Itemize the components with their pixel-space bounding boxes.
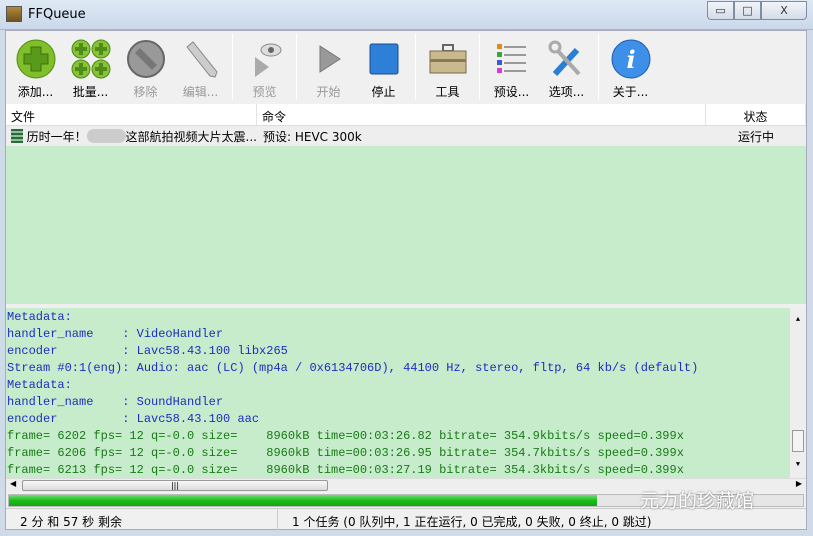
app-icon — [6, 6, 22, 22]
toolbar-button-presets[interactable]: 预设... — [484, 31, 539, 103]
job-file-suffix: 这部航拍视频大片太震... — [125, 129, 257, 144]
log-line: Stream #0:1(eng): Audio: aac (LC) (mp4a … — [7, 361, 699, 375]
log-line: frame= 6206 fps= 12 q=-0.0 size= 8960kB … — [7, 446, 684, 460]
toolbar-separator — [479, 34, 480, 100]
presets-icon — [492, 39, 532, 79]
job-file: 历时一年！ — [26, 129, 87, 144]
toolbar-button-label: 开始 — [316, 85, 341, 99]
pencil-icon — [181, 39, 221, 79]
job-command: 预设: HEVC 300k — [263, 129, 362, 144]
toolbar-button-label: 预览 — [252, 85, 277, 99]
log-line: Metadata: — [7, 310, 72, 324]
toolbar-separator — [232, 34, 233, 100]
play-icon — [309, 39, 349, 79]
column-file[interactable]: 文件 — [6, 104, 257, 125]
toolbar-button-label: 关于... — [612, 85, 649, 99]
add-icon — [16, 39, 56, 79]
job-list: 历时一年！ 这部航拍视频大片太震... 预设: HEVC 300k 运行中 — [6, 126, 806, 304]
toolbar-button-preview[interactable]: 预览 — [237, 31, 292, 103]
toolbar-button-remove[interactable]: 移除 — [118, 31, 173, 103]
progress-fill — [9, 495, 597, 506]
stop-icon — [364, 39, 404, 79]
scroll-thumb[interactable] — [792, 430, 804, 452]
log-line: frame= 6202 fps= 12 q=-0.0 size= 8960kB … — [7, 429, 684, 443]
remove-icon — [126, 39, 166, 79]
toolbox-icon — [428, 39, 468, 79]
close-button[interactable]: X — [761, 1, 807, 20]
column-status[interactable]: 状态 — [706, 104, 806, 125]
table-row[interactable]: 历时一年！ 这部航拍视频大片太震... 预设: HEVC 300k 运行中 — [6, 126, 806, 146]
batch-add-icon — [71, 39, 111, 79]
svg-text:i: i — [626, 45, 635, 74]
log-line: frame= 6213 fps= 12 q=-0.0 size= 8960kB … — [7, 463, 684, 477]
toolbar-button-tools[interactable]: 选项... — [539, 31, 594, 103]
toolbar-button-batch-add[interactable]: 批量... — [63, 31, 118, 103]
log-line: Metadata: — [7, 378, 72, 392]
log-line: handler_name : SoundHandler — [7, 395, 224, 409]
toolbar-button-label: 移除 — [133, 85, 158, 99]
toolbar-button-label: 预设... — [493, 85, 530, 99]
toolbar-button-toolbox[interactable]: 工具 — [420, 31, 475, 103]
toolbar-button-label: 添加... — [17, 85, 54, 99]
info-icon: i — [611, 39, 651, 79]
tools-icon — [547, 39, 587, 79]
toolbar-separator — [415, 34, 416, 100]
minimize-button[interactable]: ▭ — [707, 1, 734, 20]
title-bar: FFQueue ▭ □ X — [0, 0, 813, 30]
main-window: 添加... 批量... 移除 编辑... 预览 开始 停止 工具 预设... 选项... i 关于..… — [5, 30, 807, 530]
scroll-thumb[interactable]: ||| — [22, 480, 328, 491]
time-remaining: 2 分 和 57 秒 剩余 — [6, 509, 278, 530]
toolbar-separator — [598, 34, 599, 100]
log-line: encoder : Lavc58.43.100 libx265 — [7, 344, 288, 358]
window-title: FFQueue — [28, 7, 86, 22]
maximize-button[interactable]: □ — [734, 1, 761, 20]
preview-icon — [245, 39, 285, 79]
log-output[interactable]: Metadata: handler_name : VideoHandler enco… — [6, 308, 806, 478]
log-line: encoder : Lavc58.43.100 aac — [7, 412, 260, 426]
toolbar-separator — [296, 34, 297, 100]
toolbar-button-label: 选项... — [548, 85, 585, 99]
job-list-header: 文件 命令 状态 — [6, 104, 806, 126]
toolbar-button-label: 批量... — [72, 85, 109, 99]
toolbar-button-add[interactable]: 添加... — [8, 31, 63, 103]
column-command[interactable]: 命令 — [257, 104, 706, 125]
watermark: 元力的珍藏馆 — [640, 490, 755, 512]
toolbar-button-label: 工具 — [435, 85, 460, 99]
toolbar-button-label: 编辑... — [182, 85, 219, 99]
log-line: handler_name : VideoHandler — [7, 327, 224, 341]
film-icon — [11, 129, 23, 143]
toolbar: 添加... 批量... 移除 编辑... 预览 开始 停止 工具 预设... 选项... i 关于..… — [6, 31, 806, 103]
toolbar-button-label: 停止 — [371, 85, 396, 99]
toolbar-button-play[interactable]: 开始 — [301, 31, 356, 103]
toolbar-button-stop[interactable]: 停止 — [356, 31, 411, 103]
toolbar-button-pencil[interactable]: 编辑... — [173, 31, 228, 103]
vertical-scrollbar[interactable]: ▲ ▼ — [790, 308, 806, 478]
blurred-region — [86, 129, 126, 143]
toolbar-button-info[interactable]: i 关于... — [603, 31, 658, 103]
job-status: 运行中 — [737, 129, 774, 144]
